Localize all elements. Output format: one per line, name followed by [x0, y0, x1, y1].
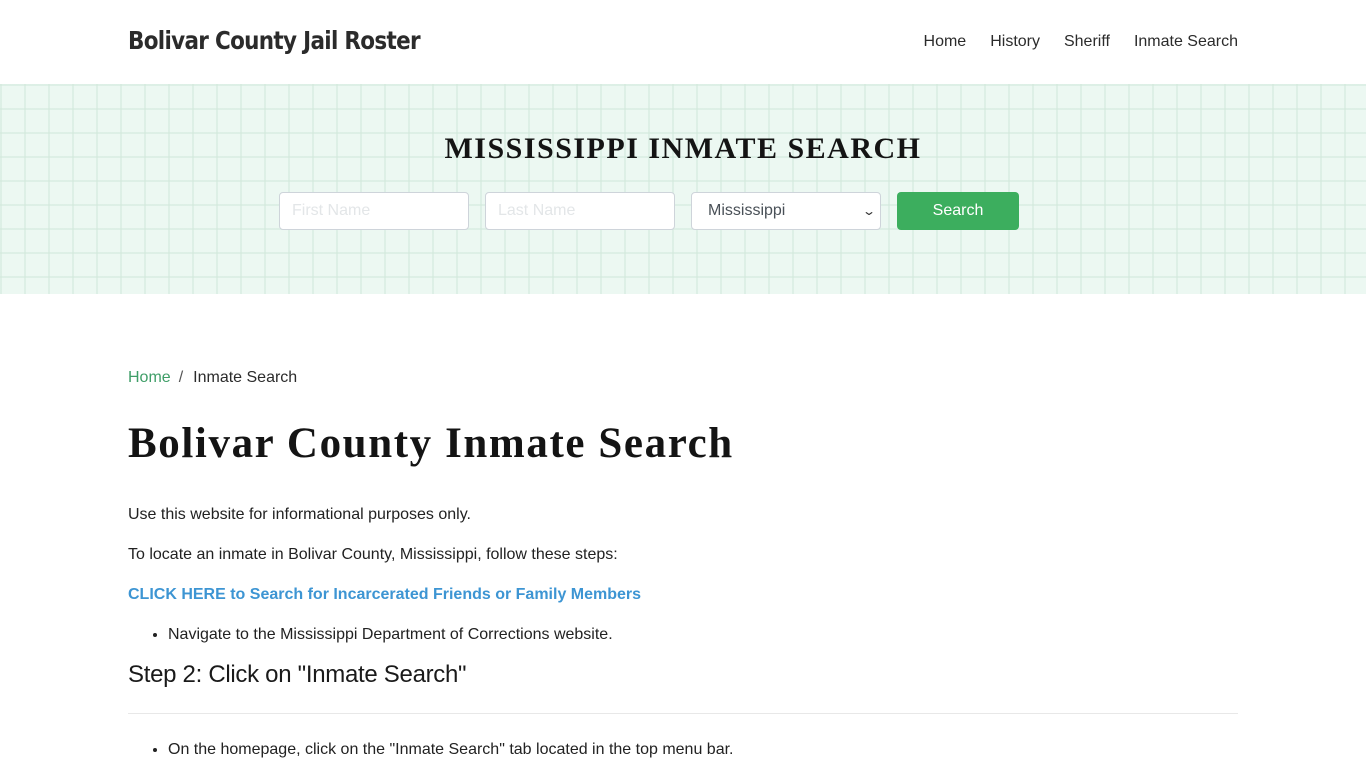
list-item: Navigate to the Mississippi Department o…: [168, 623, 1238, 647]
nav-history[interactable]: History: [990, 33, 1040, 51]
breadcrumb: Home / Inmate Search: [128, 369, 1238, 387]
main-nav: Home History Sheriff Inmate Search: [900, 33, 1238, 51]
nav-inmate-search[interactable]: Inmate Search: [1134, 33, 1238, 51]
search-form: Mississippi ⌄ Search: [279, 192, 1019, 230]
breadcrumb-current: Inmate Search: [193, 369, 298, 386]
chevron-down-icon: ⌄: [861, 204, 877, 218]
first-name-input[interactable]: [279, 192, 469, 230]
disclaimer-text: Use this website for informational purpo…: [128, 506, 471, 524]
state-select-value: Mississippi: [708, 202, 786, 219]
page-title: Bolivar County Inmate Search: [128, 420, 734, 467]
divider: [128, 713, 1238, 715]
breadcrumb-home[interactable]: Home: [128, 369, 171, 387]
breadcrumb-separator: /: [178, 369, 184, 386]
step2-list: On the homepage, click on the "Inmate Se…: [128, 738, 1238, 762]
step1-list: Navigate to the Mississippi Department o…: [128, 623, 1238, 647]
cta-search-link[interactable]: CLICK HERE to Search for Incarcerated Fr…: [128, 583, 1238, 607]
list-item: On the homepage, click on the "Inmate Se…: [168, 738, 1238, 762]
hero-search-section: MISSISSIPPI INMATE SEARCH Mississippi ⌄ …: [0, 84, 1366, 294]
hero-title: MISSISSIPPI INMATE SEARCH: [444, 132, 922, 165]
intro-text: To locate an inmate in Bolivar County, M…: [128, 546, 618, 564]
site-header: Bolivar County Jail Roster Home History …: [0, 0, 1366, 84]
nav-home[interactable]: Home: [924, 33, 967, 51]
last-name-input[interactable]: [485, 192, 675, 230]
step2-heading: Step 2: Click on "Inmate Search": [128, 661, 467, 689]
search-button[interactable]: Search: [897, 192, 1019, 230]
state-select[interactable]: Mississippi ⌄: [691, 192, 881, 230]
nav-sheriff[interactable]: Sheriff: [1064, 33, 1110, 51]
main-content: Home / Inmate Search Bolivar County Inma…: [128, 294, 1238, 762]
site-brand[interactable]: Bolivar County Jail Roster: [128, 26, 421, 55]
